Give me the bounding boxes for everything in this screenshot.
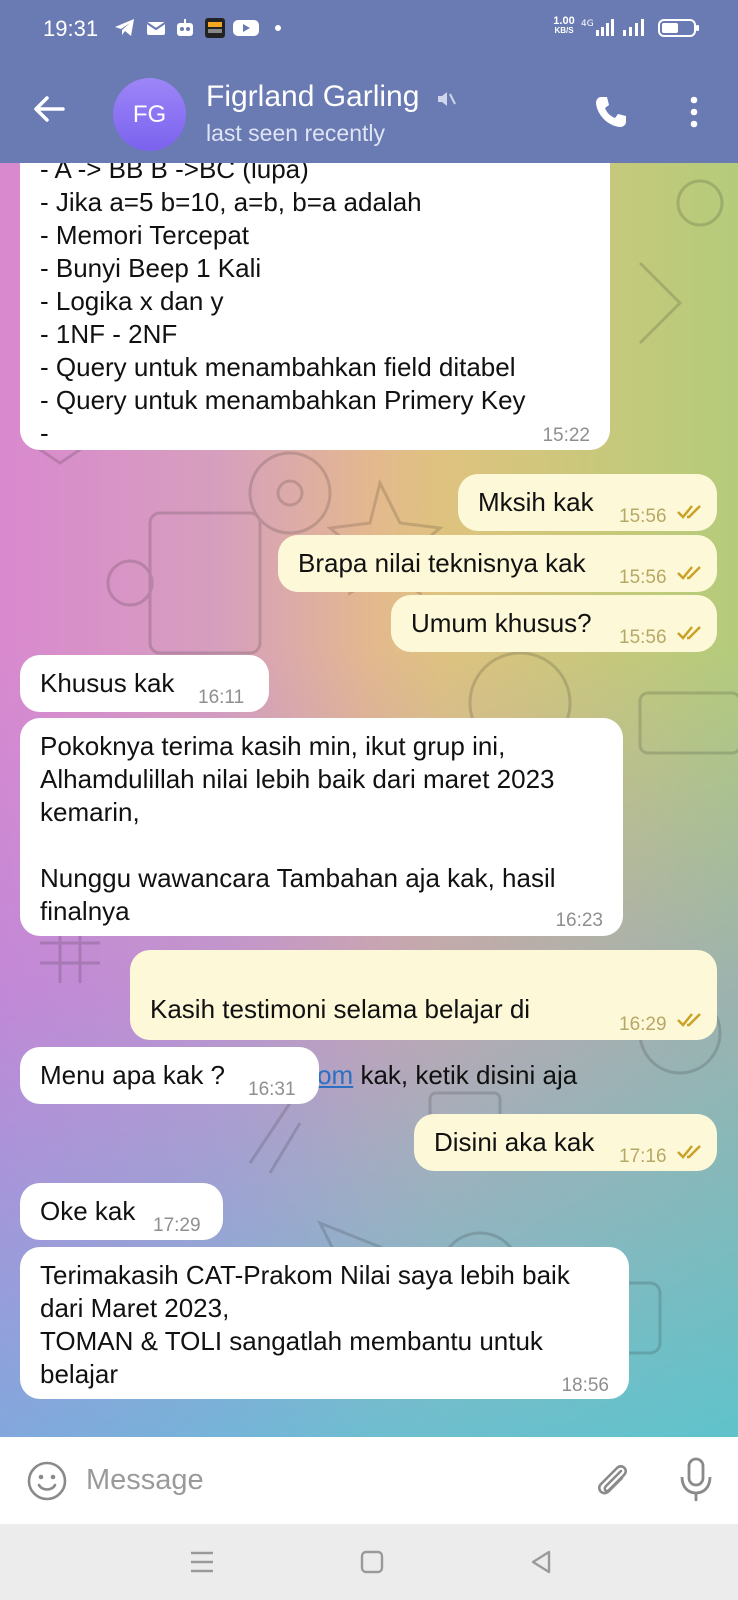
signal-4g-icon: 4G xyxy=(581,19,614,36)
attachment-paperclip-icon[interactable] xyxy=(591,1459,633,1501)
message-time: 16:11 xyxy=(198,687,245,708)
read-checkmark-icon xyxy=(677,566,701,580)
avatar[interactable]: FG xyxy=(113,78,186,151)
read-checkmark-icon xyxy=(677,505,701,519)
message-text: Oke kak xyxy=(40,1196,136,1226)
system-navigation-bar xyxy=(0,1524,738,1600)
message-text-line: kak, ketik disini aja xyxy=(353,1060,578,1090)
message-text: Disini aka kak xyxy=(434,1127,595,1157)
message-bubble-incoming[interactable]: Terimakasih CAT-Prakom Nilai saya lebih … xyxy=(20,1247,629,1399)
message-text: - A -> BB B ->BC (lupa) - Jika a=5 b=10,… xyxy=(40,163,526,448)
chat-header: FG Figrland Garling last seen recently xyxy=(0,60,738,163)
message-bubble-outgoing[interactable]: Kasih testimoni selama belajar di CAT-Pr… xyxy=(130,950,717,1090)
mail-icon xyxy=(146,22,166,35)
message-bubble-outgoing[interactable]: Disini aka kak 17:16 xyxy=(414,1114,717,1171)
dot-icon xyxy=(275,25,281,31)
message-time: 17:16 xyxy=(619,1146,667,1167)
avatar-initials: FG xyxy=(132,100,167,128)
contact-name[interactable]: Figrland Garling xyxy=(206,80,419,114)
phone-call-icon[interactable] xyxy=(593,94,629,130)
top-bar: 19:31 1.00 KB/S 4G FG Figrland Garling l… xyxy=(0,0,738,163)
message-bubble-incoming[interactable]: Pokoknya terima kasih min, ikut grup ini… xyxy=(20,718,623,936)
message-time: 15:56 xyxy=(619,506,667,527)
more-vertical-icon[interactable] xyxy=(682,94,706,130)
youtube-icon xyxy=(233,20,259,36)
message-bubble-incoming[interactable]: - A -> BB B ->BC (lupa) - Jika a=5 b=10,… xyxy=(20,163,610,450)
message-bubble-incoming[interactable]: Menu apa kak ? 16:31 xyxy=(20,1047,319,1104)
battery-icon xyxy=(658,19,699,37)
signal-icon xyxy=(623,19,644,36)
message-bubble-outgoing[interactable]: Umum khusus? 15:56 xyxy=(391,595,717,652)
message-text: Umum khusus? xyxy=(411,608,592,638)
message-time: 16:31 xyxy=(248,1079,296,1100)
allo-bank-icon xyxy=(205,18,225,38)
message-bubble-outgoing[interactable]: Brapa nilai teknisnya kak 15:56 xyxy=(278,535,717,592)
message-time: 18:56 xyxy=(561,1375,609,1396)
message-text-line: Kasih testimoni selama belajar di xyxy=(150,994,531,1024)
network-speed: 1.00 KB/S xyxy=(549,16,579,36)
message-bubble-incoming[interactable]: Oke kak 17:29 xyxy=(20,1183,223,1240)
message-time: 15:22 xyxy=(542,425,590,446)
message-time: 15:56 xyxy=(619,567,667,588)
message-bubble-incoming[interactable]: Khusus kak 16:11 xyxy=(20,655,269,712)
read-checkmark-icon xyxy=(677,626,701,640)
message-time: 16:29 xyxy=(619,1014,667,1035)
message-text: Mksih kak xyxy=(478,487,594,517)
muted-speaker-icon xyxy=(438,92,456,106)
home-button-icon[interactable] xyxy=(358,1548,386,1576)
chat-area[interactable]: - A -> BB B ->BC (lupa) - Jika a=5 b=10,… xyxy=(0,163,738,1437)
status-time: 19:31 xyxy=(43,16,99,41)
microphone-icon[interactable] xyxy=(676,1455,716,1505)
network-speed-unit: KB/S xyxy=(554,26,574,35)
message-text: Menu apa kak ? xyxy=(40,1060,226,1090)
contact-status: last seen recently xyxy=(206,120,385,146)
message-composer xyxy=(0,1437,738,1524)
back-nav-icon[interactable] xyxy=(527,1548,555,1576)
message-input[interactable] xyxy=(86,1455,556,1505)
recent-apps-icon[interactable] xyxy=(188,1548,216,1576)
message-text: Terimakasih CAT-Prakom Nilai saya lebih … xyxy=(40,1260,570,1389)
back-arrow-icon[interactable] xyxy=(30,90,68,128)
network-speed-value: 1.00 xyxy=(553,15,575,27)
robot-icon xyxy=(177,19,193,36)
message-text: Brapa nilai teknisnya kak xyxy=(298,548,586,578)
telegram-icon xyxy=(115,19,134,36)
message-text: Khusus kak xyxy=(40,668,175,698)
message-time: 17:29 xyxy=(153,1215,201,1236)
message-time: 15:56 xyxy=(619,627,667,648)
emoji-icon[interactable] xyxy=(26,1460,68,1502)
message-text: Pokoknya terima kasih min, ikut grup ini… xyxy=(40,731,556,926)
message-time: 16:23 xyxy=(555,910,603,931)
read-checkmark-icon xyxy=(677,1145,701,1159)
svg-text:4G: 4G xyxy=(581,19,594,29)
read-checkmark-icon xyxy=(677,1013,701,1027)
status-bar: 19:31 1.00 KB/S 4G xyxy=(0,0,738,56)
message-bubble-outgoing[interactable]: Mksih kak 15:56 xyxy=(458,474,717,531)
